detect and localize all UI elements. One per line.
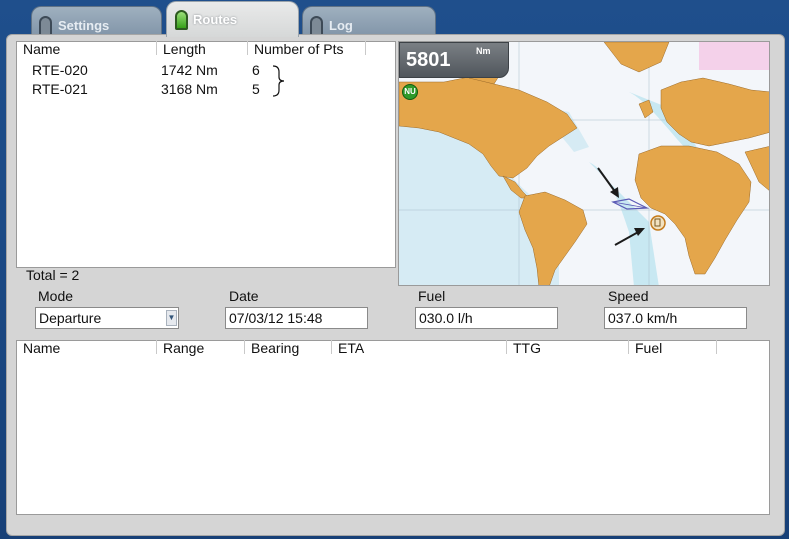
waypoints-table-header: Name Range Bearing ETA TTG Fuel [17,340,769,356]
column-header-ttg[interactable]: TTG [506,340,623,356]
speed-label: Speed [608,288,649,304]
date-field[interactable]: 07/03/12 15:48 [225,307,368,329]
column-header-length[interactable]: Length [156,41,243,57]
column-header-spacer [365,41,392,55]
speed-field[interactable]: 037.0 km/h [604,307,747,329]
column-header-spacer [716,340,763,354]
route-map[interactable]: 5801 Nm NU [398,41,770,286]
total-count: Total = 2 [26,267,80,283]
route-points: 5 [252,81,260,97]
distance-value: 5801 [406,49,451,71]
column-header-bearing[interactable]: Bearing [244,340,331,356]
world-map-chart [399,42,769,285]
tab-indicator-icon [310,16,323,36]
column-header-eta[interactable]: ETA [331,340,508,356]
route-name: RTE-020 [32,62,88,78]
fuel-value: 030.0 l/h [419,310,473,326]
tab-log-label: Log [329,18,353,33]
column-header-name[interactable]: Name [17,41,154,57]
column-header-range[interactable]: Range [156,340,243,356]
speed-value: 037.0 km/h [608,310,678,326]
table-row[interactable]: RTE-021 3168 Nm 5 [17,81,395,99]
mode-select[interactable]: Departure ▼ [35,307,179,329]
route-length: 1742 Nm [161,62,218,78]
mode-value: Departure [39,310,102,326]
fuel-field[interactable]: 030.0 l/h [415,307,558,329]
fuel-label: Fuel [418,288,446,304]
date-label: Date [229,288,259,304]
route-name: RTE-021 [32,81,88,97]
tab-settings-label: Settings [58,18,110,33]
tab-routes[interactable]: Routes [166,1,299,37]
waypoints-table[interactable]: Name Range Bearing ETA TTG Fuel [16,340,770,515]
brace-icon [272,65,285,97]
routes-panel: Name Length Number of Pts RTE-020 1742 N… [6,34,785,536]
tab-routes-label: Routes [193,12,238,27]
column-header-points[interactable]: Number of Pts [247,41,364,57]
chevron-down-icon[interactable]: ▼ [166,310,177,326]
date-value: 07/03/12 15:48 [229,310,323,326]
nu-icon[interactable]: NU [402,84,418,100]
routes-list[interactable]: Name Length Number of Pts RTE-020 1742 N… [16,41,396,268]
mode-label: Mode [38,288,74,304]
route-length: 3168 Nm [161,81,218,97]
tab-indicator-icon [175,10,188,30]
table-row[interactable]: RTE-020 1742 Nm 6 [17,62,395,80]
tab-indicator-icon [39,16,52,36]
column-header-name[interactable]: Name [17,340,154,356]
distance-unit: Nm [476,46,491,56]
routes-list-header: Name Length Number of Pts [17,41,395,57]
route-points: 6 [252,62,260,78]
distance-badge: 5801 Nm [399,42,509,78]
column-header-fuel[interactable]: Fuel [628,340,715,356]
